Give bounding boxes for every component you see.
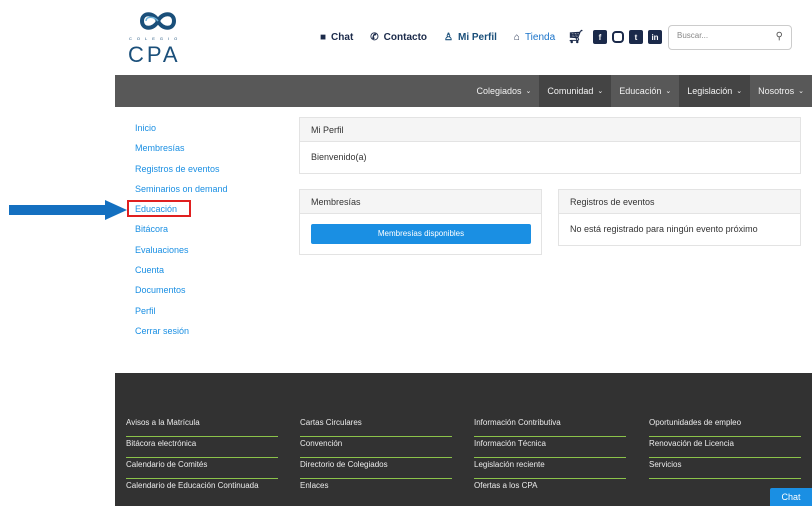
chat-link-label: Chat xyxy=(331,32,354,43)
profile-welcome-text: Bienvenido(a) xyxy=(311,152,367,162)
profile-panel-title: Mi Perfil xyxy=(300,118,800,142)
user-icon: ♙ xyxy=(444,32,453,43)
twitter-icon[interactable]: t xyxy=(629,30,643,44)
nav-educacion[interactable]: Educación ⌄ xyxy=(611,75,679,107)
events-empty-text: No está registrado para ningún evento pr… xyxy=(570,224,758,234)
chevron-down-icon: ⌄ xyxy=(798,88,804,95)
nav-colegiados[interactable]: Colegiados ⌄ xyxy=(468,75,539,107)
chevron-down-icon: ⌄ xyxy=(597,88,604,95)
logo-subtext: COLEGIO xyxy=(129,36,183,41)
footer-link[interactable]: Información Contributiva xyxy=(474,416,626,437)
footer-link[interactable]: Ofertas a los CPA xyxy=(474,479,626,500)
footer-link[interactable]: Bitácora electrónica xyxy=(126,437,278,458)
linkedin-icon[interactable]: in xyxy=(648,30,662,44)
nav-colegiados-label: Colegiados xyxy=(476,86,522,96)
footer-link[interactable]: Directorio de Colegiados xyxy=(300,458,452,479)
sidebar-item-membresias[interactable]: Membresías xyxy=(135,142,228,162)
logo-text: CPA xyxy=(128,42,181,67)
top-nav: ■ Chat ✆ Contacto ♙ Mi Perfil ⌂ Tienda xyxy=(320,32,572,43)
chat-link[interactable]: ■ Chat xyxy=(320,32,353,43)
nav-comunidad-label: Comunidad xyxy=(547,86,594,96)
nav-nosotros-label: Nosotros xyxy=(758,86,795,96)
footer-link[interactable]: Servicios xyxy=(649,458,801,479)
memberships-panel: Membresías Membresías disponibles xyxy=(299,189,542,255)
facebook-icon[interactable]: f xyxy=(593,30,607,44)
tienda-link-label: Tienda xyxy=(524,32,556,43)
chevron-down-icon: ⌄ xyxy=(525,88,532,95)
phone-icon: ✆ xyxy=(370,32,379,43)
search-input[interactable] xyxy=(677,31,767,40)
footer-link[interactable]: Enlaces xyxy=(300,479,452,500)
tienda-link[interactable]: ⌂ Tienda xyxy=(514,32,555,43)
sidebar-item-registros-de-eventos[interactable]: Registros de eventos xyxy=(135,163,228,183)
sidebar-item-perfil[interactable]: Perfil xyxy=(135,305,228,325)
memberships-available-button[interactable]: Membresías disponibles xyxy=(311,224,531,244)
events-panel-title: Registros de eventos xyxy=(559,190,800,214)
sidebar-menu: Inicio Membresías Registros de eventos S… xyxy=(135,122,228,345)
chat-icon: ■ xyxy=(320,32,327,43)
footer-link[interactable]: Convención xyxy=(300,437,452,458)
mi-perfil-link[interactable]: ♙ Mi Perfil xyxy=(444,32,497,43)
nav-legislacion[interactable]: Legislación ⌄ xyxy=(679,75,751,107)
footer-link[interactable]: Información Técnica xyxy=(474,437,626,458)
main-nav: Colegiados ⌄ Comunidad ⌄ Educación ⌄ Legisl… xyxy=(115,75,812,107)
cart-icon[interactable]: 🛒︎ xyxy=(568,29,585,44)
nav-comunidad[interactable]: Comunidad ⌄ xyxy=(539,75,612,107)
footer-col-1: Avisos a la Matrícula Bitácora electróni… xyxy=(126,416,278,500)
footer-link[interactable]: Calendario de Educación Continuada xyxy=(126,479,278,500)
social-links: 🛒︎ f t in xyxy=(568,29,667,44)
logo-mark-icon xyxy=(139,12,177,30)
footer-link[interactable]: Oportunidades de empleo xyxy=(649,416,801,437)
events-panel: Registros de eventos No está registrado … xyxy=(558,189,801,246)
sidebar-item-evaluaciones[interactable]: Evaluaciones xyxy=(135,244,228,264)
instagram-icon[interactable] xyxy=(612,31,624,43)
chevron-down-icon: ⌄ xyxy=(736,88,743,95)
sidebar-item-documentos[interactable]: Documentos xyxy=(135,284,228,304)
sidebar-item-educacion[interactable]: Educación xyxy=(135,203,228,223)
sidebar-item-cerrar-sesion[interactable]: Cerrar sesión xyxy=(135,325,228,345)
profile-panel: Mi Perfil Bienvenido(a) xyxy=(299,117,801,174)
nav-educacion-label: Educación xyxy=(619,86,662,96)
footer-col-2: Cartas Circulares Convención Directorio … xyxy=(300,416,452,500)
contacto-link[interactable]: ✆ Contacto xyxy=(370,32,427,43)
footer-link[interactable]: Calendario de Comités xyxy=(126,458,278,479)
sidebar-item-seminarios-on-demand[interactable]: Seminarios on demand xyxy=(135,183,228,203)
chat-widget-button[interactable]: Chat xyxy=(770,488,812,506)
footer: Avisos a la Matrícula Bitácora electróni… xyxy=(115,373,812,506)
footer-col-3: Información Contributiva Información Téc… xyxy=(474,416,626,500)
nav-nosotros[interactable]: Nosotros ⌄ xyxy=(750,75,812,107)
memberships-panel-title: Membresías xyxy=(300,190,541,214)
sidebar-item-cuenta[interactable]: Cuenta xyxy=(135,264,228,284)
footer-link[interactable]: Cartas Circulares xyxy=(300,416,452,437)
footer-link[interactable]: Avisos a la Matrícula xyxy=(126,416,278,437)
cpa-logo[interactable]: COLEGIO CPA xyxy=(128,6,188,67)
nav-legislacion-label: Legislación xyxy=(687,86,733,96)
mi-perfil-link-label: Mi Perfil xyxy=(457,32,497,43)
chevron-down-icon: ⌄ xyxy=(665,88,672,95)
contacto-link-label: Contacto xyxy=(383,32,428,43)
search-box: ⚲ xyxy=(668,25,792,50)
annotation-arrow-icon xyxy=(9,200,127,220)
sidebar-item-inicio[interactable]: Inicio xyxy=(135,122,228,142)
footer-link[interactable]: Renovación de Licencia xyxy=(649,437,801,458)
footer-col-4: Oportunidades de empleo Renovación de Li… xyxy=(649,416,801,479)
shop-icon: ⌂ xyxy=(513,32,520,43)
sidebar-item-bitacora[interactable]: Bitácora xyxy=(135,223,228,243)
footer-link[interactable]: Legislación reciente xyxy=(474,458,626,479)
search-icon[interactable]: ⚲ xyxy=(776,31,783,42)
